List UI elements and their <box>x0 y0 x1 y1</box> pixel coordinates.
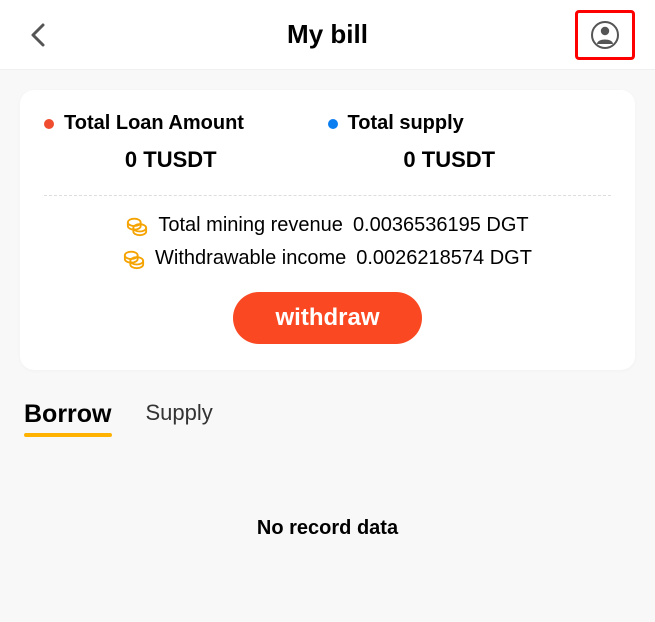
dot-icon <box>328 119 338 129</box>
page-title: My bill <box>287 19 368 50</box>
loan-label: Total Loan Amount <box>64 112 244 135</box>
back-button[interactable] <box>20 17 56 53</box>
loan-stat: Total Loan Amount 0 TUSDT <box>44 112 328 173</box>
mining-revenue-row: Total mining revenue 0.0036536195 DGT <box>126 214 528 237</box>
dot-icon <box>44 119 54 129</box>
empty-state: No record data <box>20 517 635 540</box>
summary-card: Total Loan Amount 0 TUSDT Total supply 0… <box>20 90 635 370</box>
divider <box>44 195 611 196</box>
header: My bill <box>0 0 655 70</box>
coins-icon <box>123 248 145 270</box>
loan-value: 0 TUSDT <box>44 147 328 173</box>
mining-value: 0.0036536195 DGT <box>353 214 529 237</box>
withdrawable-value: 0.0026218574 DGT <box>356 247 532 270</box>
withdrawable-label: Withdrawable income <box>155 247 346 270</box>
supply-stat: Total supply 0 TUSDT <box>328 112 612 173</box>
tabs: Borrow Supply <box>20 400 635 437</box>
mining-label: Total mining revenue <box>158 214 343 237</box>
profile-button[interactable] <box>575 10 635 60</box>
supply-label: Total supply <box>348 112 464 135</box>
supply-value: 0 TUSDT <box>328 147 612 173</box>
coins-icon <box>126 215 148 237</box>
withdrawable-row: Withdrawable income 0.0026218574 DGT <box>123 247 532 270</box>
chevron-left-icon <box>29 22 47 48</box>
user-icon <box>590 20 620 50</box>
tab-borrow[interactable]: Borrow <box>24 400 112 437</box>
withdraw-button[interactable]: withdraw <box>233 292 421 344</box>
tab-supply[interactable]: Supply <box>146 400 213 437</box>
